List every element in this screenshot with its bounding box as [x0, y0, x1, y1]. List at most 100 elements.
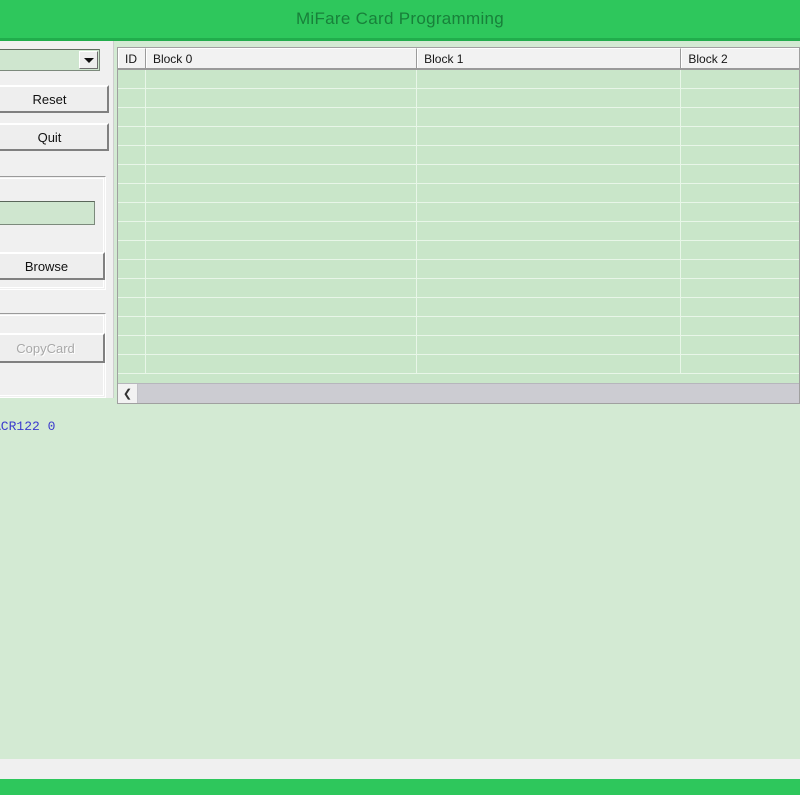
table-cell-b2 [681, 355, 799, 373]
table-cell-b0 [146, 260, 418, 278]
table-cell-b1 [417, 298, 682, 316]
table-row[interactable] [118, 355, 799, 374]
table-body[interactable] [118, 70, 799, 383]
table-cell-id [118, 241, 146, 259]
table-cell-b0 [146, 241, 418, 259]
table-cell-b0 [146, 336, 418, 354]
title-bar: MiFare Card Programming [0, 0, 800, 38]
table-row[interactable] [118, 317, 799, 336]
chevron-left-icon[interactable]: ❮ [118, 384, 138, 403]
table-cell-id [118, 89, 146, 107]
status-log-area: ACR122 0 [0, 404, 800, 756]
table-row[interactable] [118, 89, 799, 108]
table-cell-b0 [146, 203, 418, 221]
table-cell-b1 [417, 260, 682, 278]
column-header-block-0[interactable]: Block 0 [145, 48, 418, 68]
file-path-input[interactable] [0, 201, 95, 225]
reader-select[interactable] [0, 49, 100, 71]
table-cell-b0 [146, 70, 418, 88]
table-cell-id [118, 260, 146, 278]
table-row[interactable] [118, 184, 799, 203]
table-cell-b1 [417, 89, 682, 107]
table-cell-b1 [417, 355, 682, 373]
card-blocks-table: ID Block 0 Block 1 Block 2 ❮ [117, 47, 800, 404]
table-cell-b0 [146, 298, 418, 316]
table-cell-id [118, 70, 146, 88]
table-horizontal-scrollbar[interactable]: ❮ [118, 383, 799, 403]
table-cell-b0 [146, 108, 418, 126]
table-row[interactable] [118, 127, 799, 146]
window-bottom-accent [0, 779, 800, 795]
table-cell-b0 [146, 184, 418, 202]
table-row[interactable] [118, 108, 799, 127]
quit-button[interactable]: Quit [0, 123, 109, 151]
table-cell-b1 [417, 279, 682, 297]
table-row[interactable] [118, 70, 799, 89]
table-cell-b1 [417, 184, 682, 202]
window-title: MiFare Card Programming [295, 9, 505, 28]
table-cell-b1 [417, 317, 682, 335]
table-cell-b2 [681, 127, 799, 145]
window-bottom-strip [0, 759, 800, 779]
table-cell-b2 [681, 70, 799, 88]
table-cell-b2 [681, 89, 799, 107]
table-cell-b0 [146, 279, 418, 297]
table-cell-id [118, 203, 146, 221]
column-header-block-1[interactable]: Block 1 [417, 48, 682, 68]
table-cell-id [118, 317, 146, 335]
log-line: ACR122 0 [0, 419, 56, 434]
table-cell-b1 [417, 127, 682, 145]
table-row[interactable] [118, 222, 799, 241]
table-row[interactable] [118, 279, 799, 298]
table-cell-id [118, 108, 146, 126]
table-cell-b2 [681, 279, 799, 297]
reset-button[interactable]: Reset [0, 85, 109, 113]
client-area: Reset Quit Browse CopyCard ID Block 0 Bl… [0, 41, 800, 759]
copy-card-button[interactable]: CopyCard [0, 333, 105, 363]
table-cell-b0 [146, 317, 418, 335]
table-cell-id [118, 184, 146, 202]
table-cell-b2 [681, 108, 799, 126]
table-cell-b2 [681, 203, 799, 221]
table-cell-b0 [146, 165, 418, 183]
table-cell-b1 [417, 222, 682, 240]
scrollbar-track[interactable] [138, 384, 799, 403]
table-cell-b1 [417, 108, 682, 126]
table-cell-b1 [417, 203, 682, 221]
table-cell-b0 [146, 89, 418, 107]
table-cell-b1 [417, 241, 682, 259]
table-row[interactable] [118, 165, 799, 184]
column-header-block-2[interactable]: Block 2 [681, 48, 799, 68]
table-row[interactable] [118, 260, 799, 279]
table-cell-id [118, 336, 146, 354]
table-cell-b1 [417, 70, 682, 88]
table-cell-id [118, 355, 146, 373]
table-row[interactable] [118, 336, 799, 355]
table-cell-b0 [146, 127, 418, 145]
column-header-id[interactable]: ID [118, 48, 146, 68]
table-row[interactable] [118, 298, 799, 317]
application-window: MiFare Card Programming Reset Quit Brows… [0, 0, 800, 800]
table-cell-b2 [681, 336, 799, 354]
table-cell-b0 [146, 355, 418, 373]
table-cell-b0 [146, 222, 418, 240]
table-row[interactable] [118, 203, 799, 222]
window-bottom-edge [0, 795, 800, 800]
table-cell-b2 [681, 317, 799, 335]
table-cell-b0 [146, 146, 418, 164]
table-row[interactable] [118, 146, 799, 165]
table-cell-id [118, 165, 146, 183]
table-cell-b2 [681, 241, 799, 259]
table-header-row: ID Block 0 Block 1 Block 2 [118, 48, 799, 70]
table-cell-id [118, 298, 146, 316]
left-control-panel: Reset Quit Browse CopyCard [0, 41, 114, 398]
table-row[interactable] [118, 241, 799, 260]
table-cell-id [118, 127, 146, 145]
table-cell-b2 [681, 165, 799, 183]
browse-button[interactable]: Browse [0, 252, 105, 280]
table-cell-b2 [681, 222, 799, 240]
table-cell-b1 [417, 165, 682, 183]
table-cell-b2 [681, 184, 799, 202]
reader-select-dropdown-button[interactable] [79, 51, 98, 69]
table-cell-b1 [417, 146, 682, 164]
